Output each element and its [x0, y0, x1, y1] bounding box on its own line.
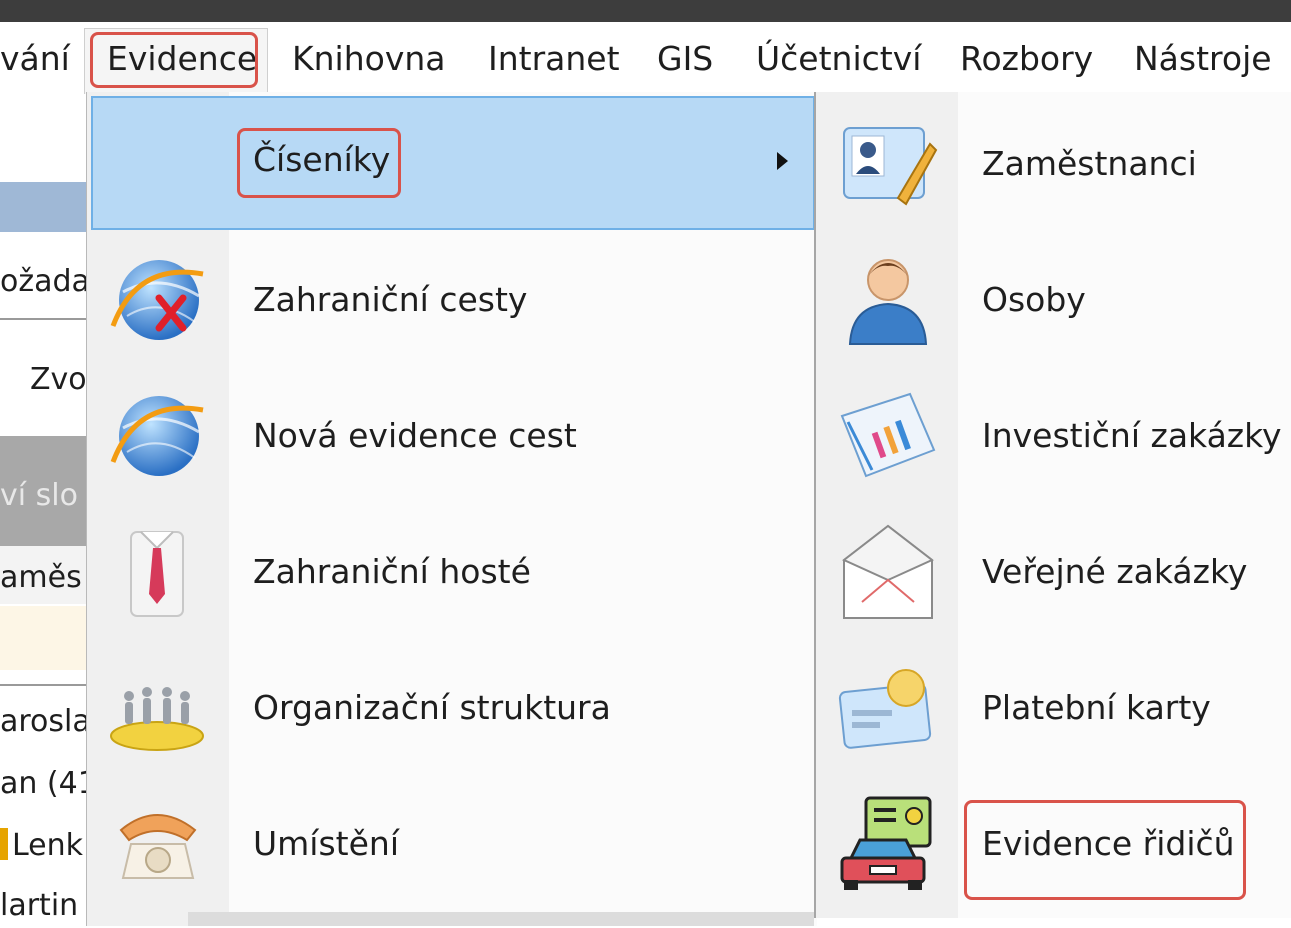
menu-item-zahranicni-cesty[interactable]: Zahraniční cesty — [87, 232, 815, 368]
menu-item-label: Zahraniční cesty — [253, 280, 528, 319]
bg-text: Lenk — [12, 828, 84, 863]
menu-item-organizacni-struktura[interactable]: Organizační struktura — [87, 640, 815, 776]
bg-text: ví slo — [0, 478, 78, 513]
window-titlebar — [0, 0, 1291, 22]
menu-item-vani[interactable]: vání — [0, 36, 70, 82]
id-card-pencil-icon — [843, 127, 938, 206]
car-license-icon — [840, 796, 932, 890]
menu-item-intranet[interactable]: Intranet — [488, 36, 620, 82]
bg-text: lartin — [0, 888, 79, 923]
submenu-item-verejne-zakazky[interactable]: Veřejné zakázky — [816, 504, 1291, 640]
submenu-item-label: Zaměstnanci — [982, 144, 1197, 183]
envelope-icon — [842, 524, 934, 619]
menu-item-label: Nová evidence cest — [253, 416, 577, 455]
telephone-icon — [119, 814, 197, 879]
submenu-item-osoby[interactable]: Osoby — [816, 232, 1291, 368]
evidence-dropdown-menu: Číseníky Zahraniční cesty Nová evidence … — [86, 92, 817, 926]
bg-text: ožada — [0, 264, 86, 299]
bg-divider — [0, 684, 86, 686]
submenu-item-label: Platební karty — [982, 688, 1211, 727]
bg-text: aměs — [0, 560, 82, 595]
menu-item-label: Zahraniční hosté — [253, 552, 531, 591]
submenu-item-label: Osoby — [982, 280, 1086, 319]
menu-item-zahranicni-hoste[interactable]: Zahraniční hosté — [87, 504, 815, 640]
submenu-item-platebni-karty[interactable]: Platební karty — [816, 640, 1291, 776]
menu-item-nastroje[interactable]: Nástroje — [1134, 36, 1272, 82]
ciseniky-submenu: Zaměstnanci Osoby Investiční zakázky Veř… — [814, 92, 1291, 918]
bg-header-strip — [0, 182, 86, 232]
menu-item-umisteni[interactable]: Umístění — [87, 776, 815, 912]
submenu-item-label: Investiční zakázky — [982, 416, 1282, 455]
bg-divider — [0, 318, 86, 320]
highlight-evidence-ridicu — [964, 800, 1246, 900]
bg-text: Zvo — [30, 362, 86, 397]
people-group-icon — [110, 687, 204, 751]
payment-card-icon — [838, 669, 932, 749]
person-icon — [848, 259, 928, 345]
menu-item-ucetnictvi[interactable]: Účetnictví — [756, 36, 921, 82]
bg-row — [0, 606, 86, 670]
bg-text: an (41 — [0, 766, 86, 801]
globe-icon — [110, 396, 204, 476]
submenu-item-zamestnanci[interactable]: Zaměstnanci — [816, 96, 1291, 232]
chart-document-icon — [840, 392, 936, 478]
menu-item-knihovna[interactable]: Knihovna — [292, 36, 446, 82]
menu-item-rozbory[interactable]: Rozbory — [960, 36, 1093, 82]
menu-item-label: Umístění — [253, 824, 399, 863]
menu-item-label: Organizační struktura — [253, 688, 611, 727]
shirt-tie-icon — [130, 531, 184, 617]
submenu-item-label: Veřejné zakázky — [982, 552, 1248, 591]
globe-cancel-icon — [110, 260, 204, 340]
submenu-arrow-icon — [777, 152, 788, 170]
menu-bottom-shadow — [188, 912, 814, 926]
menu-item-nova-evidence-cest[interactable]: Nová evidence cest — [87, 368, 815, 504]
highlight-evidence — [90, 32, 258, 88]
highlight-ciseniky — [237, 128, 401, 198]
bg-text: aroslav — [0, 704, 86, 739]
submenu-item-investicni-zakazky[interactable]: Investiční zakázky — [816, 368, 1291, 504]
menu-item-ciseniky[interactable]: Číseníky — [87, 92, 815, 230]
bg-marker — [0, 828, 8, 860]
selected-item-bg — [91, 96, 815, 230]
menu-item-gis[interactable]: GIS — [657, 36, 713, 82]
